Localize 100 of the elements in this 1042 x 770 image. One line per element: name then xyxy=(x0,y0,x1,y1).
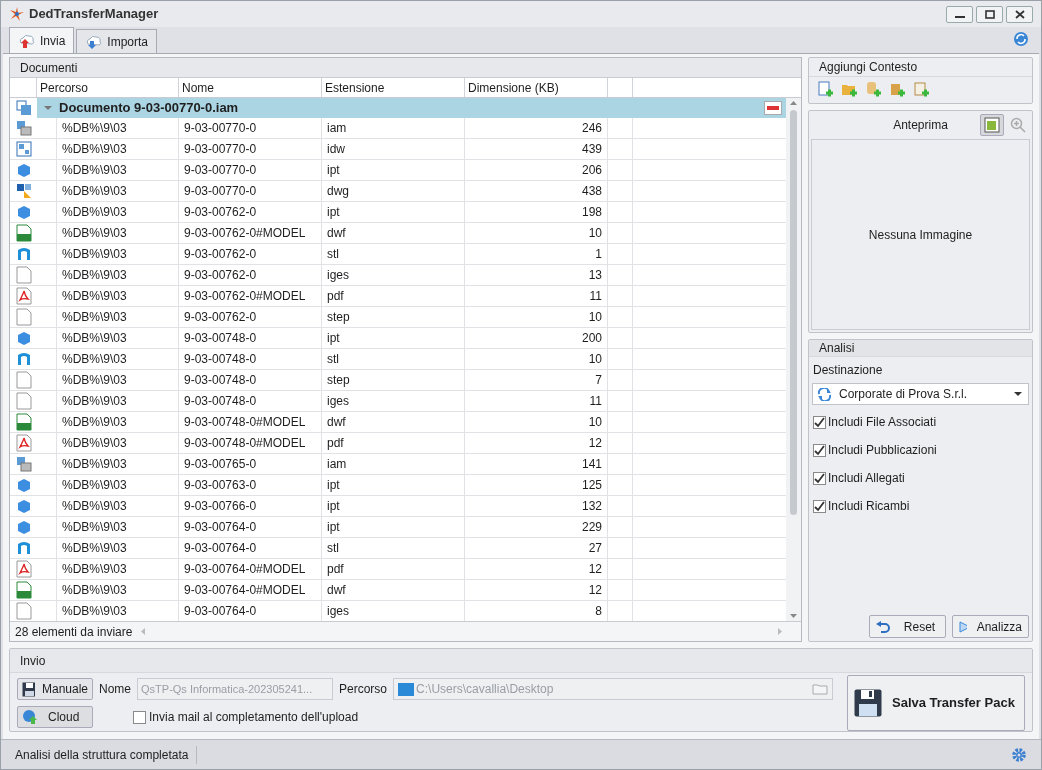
minimize-button[interactable] xyxy=(946,5,973,23)
table-cell: 141 xyxy=(465,453,608,474)
table-cell: 132 xyxy=(465,495,608,516)
scroll-right-icon[interactable] xyxy=(778,628,782,635)
dropdown-caret-icon xyxy=(1014,392,1022,396)
table-cell: %DB%\9\03 xyxy=(57,537,179,558)
minus-icon xyxy=(767,105,779,110)
refresh-icon[interactable] xyxy=(1013,31,1029,47)
panel-title: Aggiungi Contesto xyxy=(809,58,1032,77)
table-cell: pdf xyxy=(322,285,465,306)
table-cell: dwf xyxy=(322,222,465,243)
close-button[interactable] xyxy=(1006,5,1033,23)
stl-icon xyxy=(15,539,32,556)
sync-icon xyxy=(817,387,832,401)
desktop-icon xyxy=(398,682,415,696)
assembly-icon xyxy=(15,119,32,136)
table-cell: 9-03-00748-0 xyxy=(179,369,322,390)
cube-icon xyxy=(15,161,32,178)
zoom-icon[interactable] xyxy=(1010,117,1026,133)
table-cell: step xyxy=(322,306,465,327)
column-header[interactable]: Estensione xyxy=(322,78,465,97)
table-cell: ipt xyxy=(322,159,465,180)
fit-image-button[interactable] xyxy=(980,114,1004,136)
table-cell: 9-03-00770-0 xyxy=(179,180,322,201)
table-cell: 9-03-00765-0 xyxy=(179,453,322,474)
destination-dropdown[interactable]: Corporate di Prova S.r.l. xyxy=(812,383,1029,405)
table-cell: 9-03-00766-0 xyxy=(179,495,322,516)
column-header[interactable]: Nome xyxy=(179,78,322,97)
table-cell: ipt xyxy=(322,201,465,222)
table-cell: 10 xyxy=(465,222,608,243)
table-cell: 10 xyxy=(465,411,608,432)
dwg-icon xyxy=(15,182,32,199)
manual-button[interactable]: Manuale xyxy=(17,678,93,700)
scroll-up-icon[interactable] xyxy=(790,101,797,105)
maximize-button[interactable] xyxy=(976,5,1003,23)
group-title: Documento 9-03-00770-0.iam xyxy=(59,99,239,117)
table-cell: stl xyxy=(322,537,465,558)
panel-title: Documenti xyxy=(10,58,801,78)
expand-caret-icon[interactable] xyxy=(43,103,53,112)
table-cell: 9-03-00762-0#MODEL xyxy=(179,222,322,243)
table-cell: %DB%\9\03 xyxy=(57,201,179,222)
folder-icon[interactable] xyxy=(812,683,829,695)
document-add-icon[interactable] xyxy=(817,81,833,97)
cube-icon xyxy=(15,518,32,535)
table-cell: %DB%\9\03 xyxy=(57,243,179,264)
table-cell: %DB%\9\03 xyxy=(57,579,179,600)
scroll-down-icon[interactable] xyxy=(790,614,797,618)
field-label: Nome xyxy=(99,681,131,698)
analyze-button[interactable]: Analizza xyxy=(952,615,1029,638)
database-add-icon[interactable] xyxy=(865,81,881,97)
checkbox[interactable] xyxy=(813,499,826,513)
checkbox[interactable] xyxy=(813,471,826,485)
assembly-icon xyxy=(15,455,32,472)
table-cell: 11 xyxy=(465,285,608,306)
table-cell: %DB%\9\03 xyxy=(57,453,179,474)
checkbox[interactable] xyxy=(813,415,826,429)
empty-preview-text: Nessuna Immagine xyxy=(868,226,973,244)
remove-button[interactable] xyxy=(764,100,782,115)
tab[interactable]: Invia xyxy=(9,27,75,53)
settings-icon[interactable] xyxy=(1011,746,1027,763)
table-cell: 9-03-00764-0#MODEL xyxy=(179,579,322,600)
table-cell: 8 xyxy=(465,600,608,621)
table-cell: %DB%\9\03 xyxy=(57,159,179,180)
table-cell: 9-03-00764-0#MODEL xyxy=(179,558,322,579)
play-icon xyxy=(959,620,967,633)
table-cell: iges xyxy=(322,390,465,411)
checkbox-label: Includi File Associati xyxy=(828,414,937,431)
table-cell: 13 xyxy=(465,264,608,285)
checkbox[interactable] xyxy=(813,443,826,457)
save-transfer-pack-button[interactable]: Salva Transfer Pack xyxy=(847,675,1025,731)
table-cell: idw xyxy=(322,138,465,159)
panel-title: Analisi xyxy=(809,340,1032,357)
table-cell: 9-03-00762-0#MODEL xyxy=(179,285,322,306)
panel-title: Anteprima xyxy=(893,117,948,134)
package-add-icon[interactable] xyxy=(889,81,905,97)
reset-button[interactable]: Reset xyxy=(869,615,946,638)
table-cell: 7 xyxy=(465,369,608,390)
table-cell: stl xyxy=(322,348,465,369)
maximize-icon xyxy=(984,9,995,19)
vertical-scrollbar[interactable] xyxy=(786,98,801,621)
column-header[interactable]: Percorso xyxy=(37,78,179,97)
column-header[interactable]: Dimensione (KB) xyxy=(465,78,608,97)
stl-icon xyxy=(15,245,32,262)
table-cell: 27 xyxy=(465,537,608,558)
table-cell: %DB%\9\03 xyxy=(57,474,179,495)
table-cell: stl xyxy=(322,243,465,264)
table-cell: 9-03-00764-0 xyxy=(179,516,322,537)
cloud-button[interactable]: Cloud xyxy=(17,706,93,728)
table-cell: 9-03-00770-0 xyxy=(179,159,322,180)
table-cell: %DB%\9\03 xyxy=(57,117,179,138)
checkbox[interactable] xyxy=(133,710,146,724)
table-cell: %DB%\9\03 xyxy=(57,264,179,285)
scroll-left-icon[interactable] xyxy=(141,628,146,635)
table-cell: ipt xyxy=(322,474,465,495)
table-cell: iam xyxy=(322,117,465,138)
table-cell: 9-03-00748-0#MODEL xyxy=(179,432,322,453)
table-cell: iges xyxy=(322,600,465,621)
tab[interactable]: Importa xyxy=(76,29,158,53)
table-cell: iges xyxy=(322,264,465,285)
clipboard-add-icon[interactable] xyxy=(913,81,929,97)
